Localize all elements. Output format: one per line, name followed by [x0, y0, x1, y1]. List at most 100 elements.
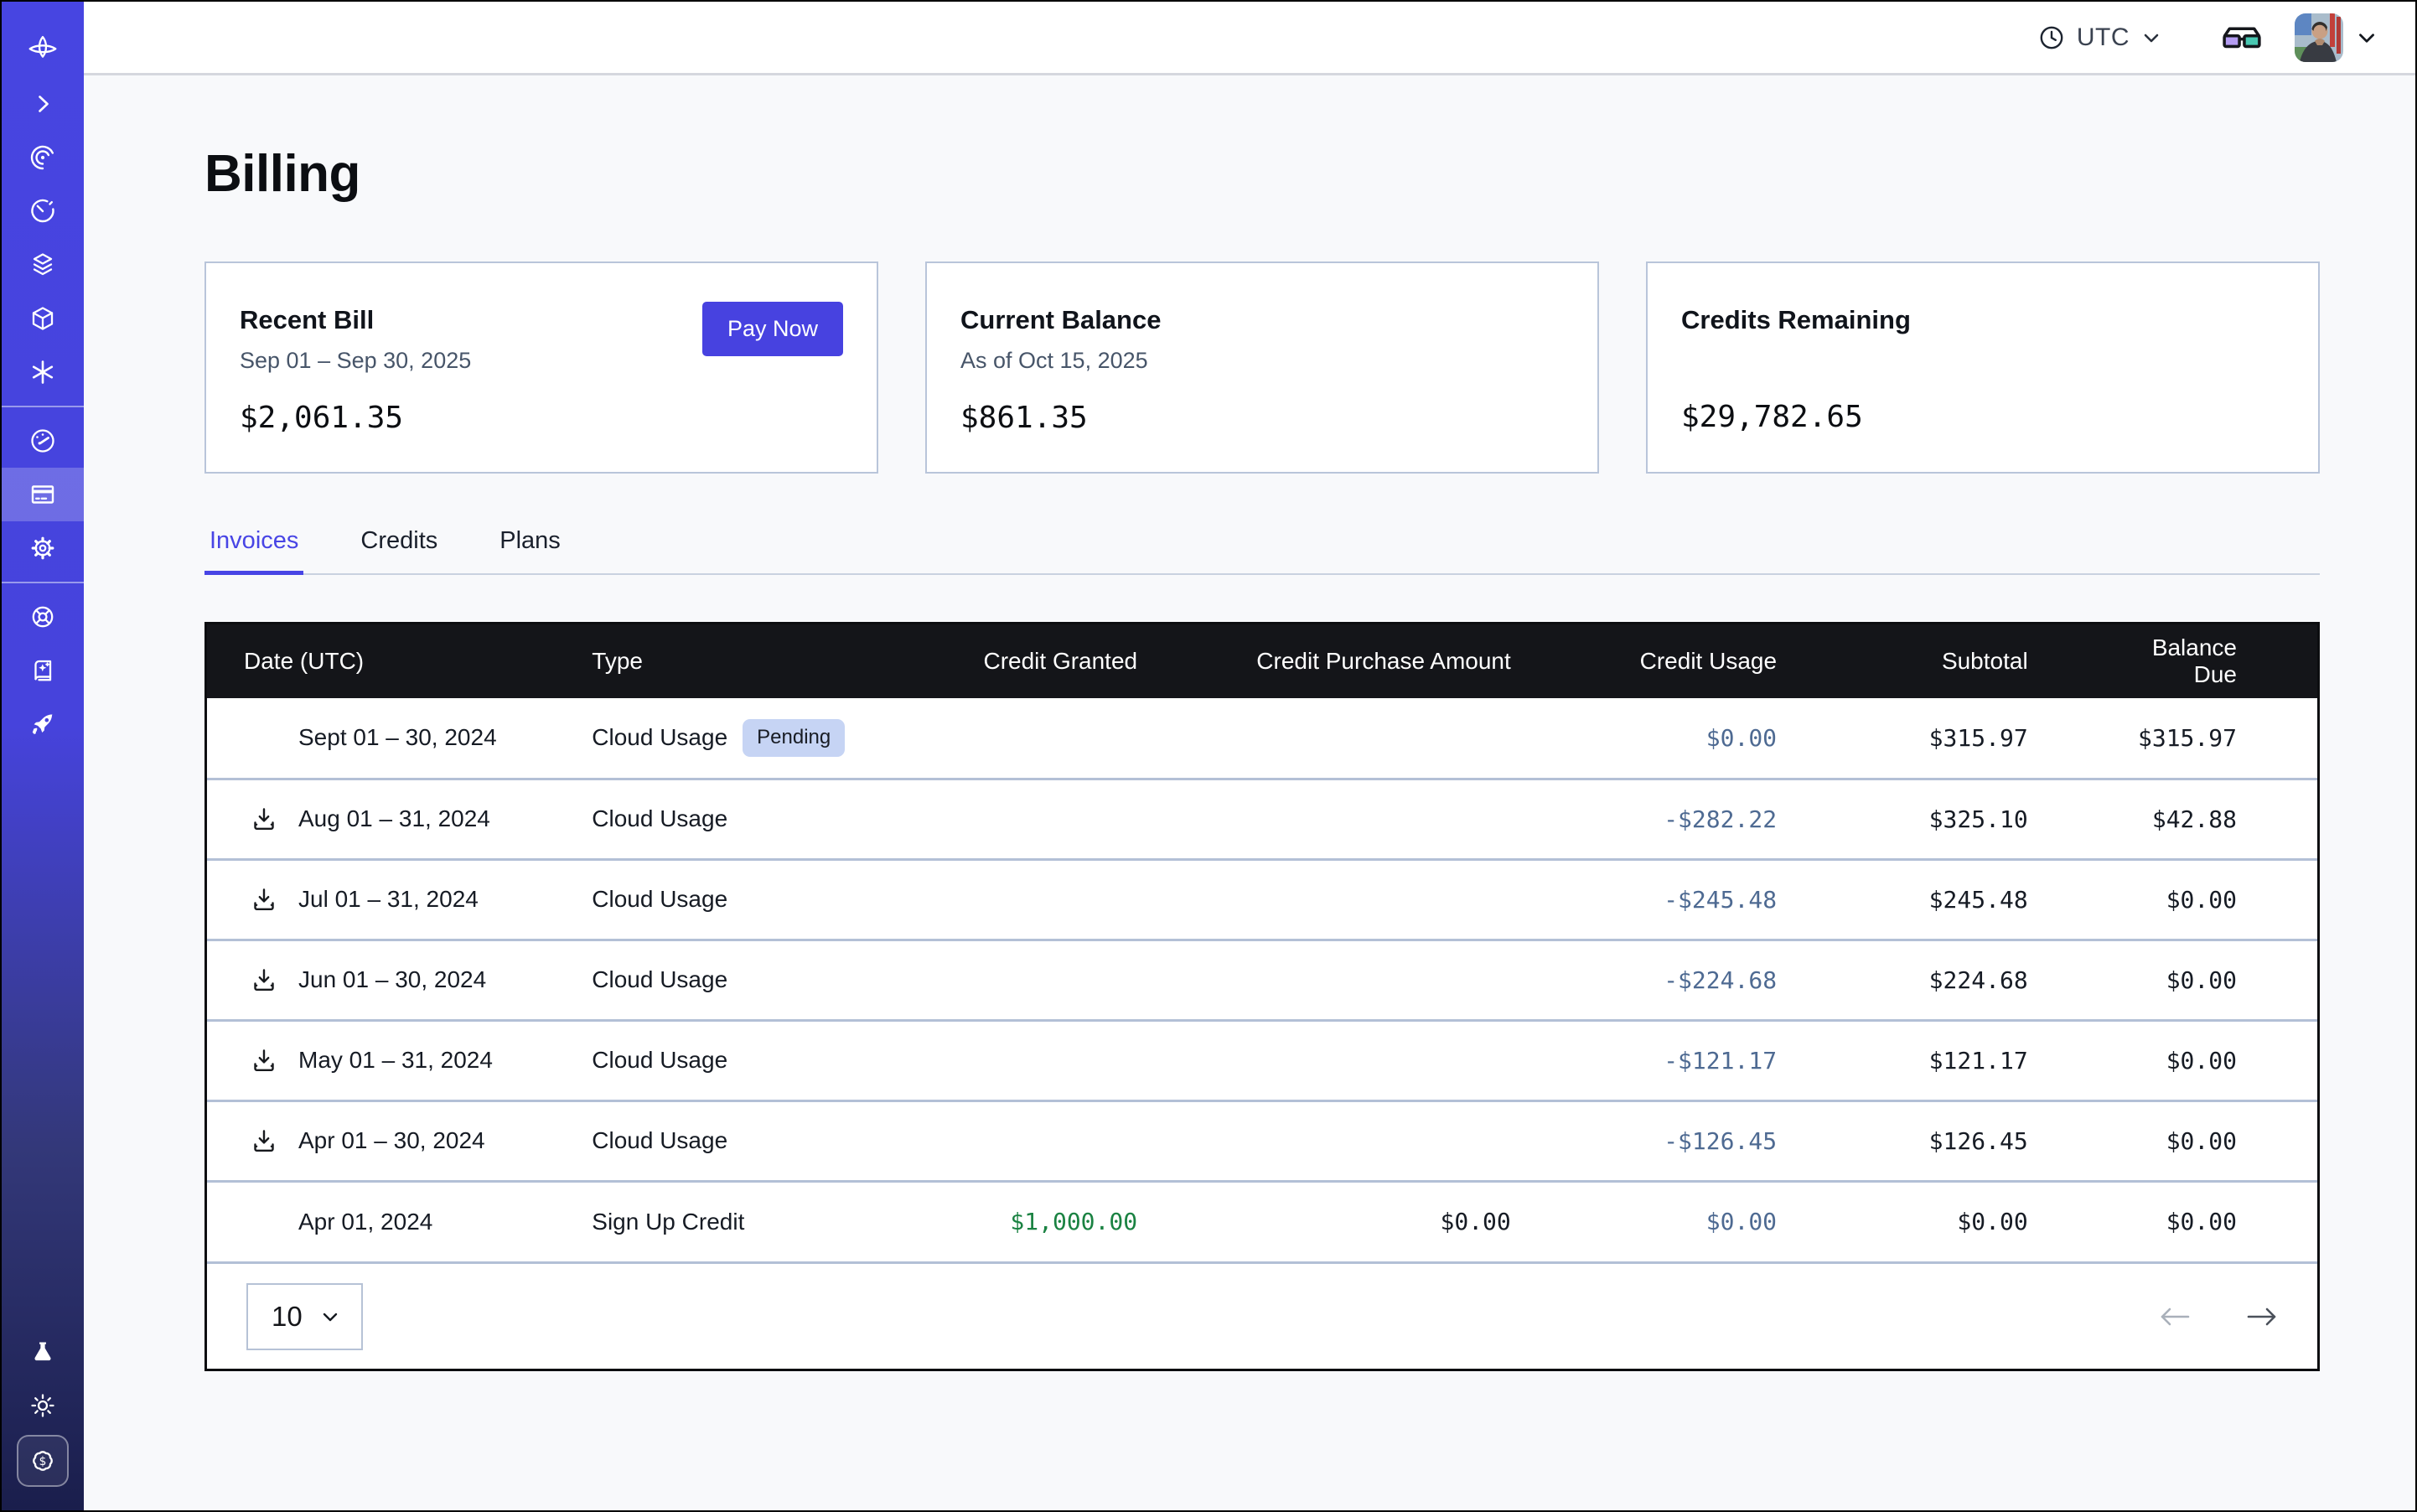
download-invoice-button[interactable] — [250, 1046, 278, 1074]
credit_purchase-cell — [1218, 859, 1591, 940]
usage-gauge-icon — [28, 427, 57, 455]
pay-now-button[interactable]: Pay Now — [702, 302, 843, 356]
card-subtitle — [1681, 348, 2285, 373]
invoices-table-card: Date (UTC)TypeCredit GrantedCredit Purch… — [204, 622, 2320, 1371]
billing-card-icon — [28, 480, 57, 509]
previous-page-button[interactable] — [2156, 1303, 2193, 1330]
download-icon — [250, 1126, 278, 1155]
demo-glasses-button[interactable] — [2221, 23, 2263, 52]
avatar-image — [2295, 13, 2343, 62]
credit_granted-cell — [966, 779, 1218, 859]
summary-cards: Recent Bill Sep 01 – Sep 30, 2025 $2,061… — [204, 261, 2320, 474]
3d-glasses-icon — [2221, 23, 2263, 52]
credit_usage-cell: -$126.45 — [1591, 1100, 1857, 1181]
sidebar-item-credits-reward[interactable]: $ — [17, 1435, 69, 1487]
subtotal-cell: $245.48 — [1857, 859, 2109, 940]
recent-bill-amount: $2,061.35 — [240, 401, 843, 435]
status-badge: Pending — [743, 719, 845, 757]
invoice-type: Sign Up Credit — [592, 1209, 744, 1235]
support-helm-icon — [28, 603, 57, 631]
sidebar-item-getting-started[interactable] — [2, 697, 84, 751]
invoice-row: Aug 01 – 31, 2024Cloud Usage-$282.22$325… — [207, 779, 2317, 859]
chevron-down-icon — [2355, 26, 2378, 49]
credit_purchase-cell — [1218, 1100, 1591, 1181]
credits-remaining-card: Credits Remaining $29,782.65 — [1646, 261, 2320, 474]
current-balance-card: Current Balance As of Oct 15, 2025 $861.… — [925, 261, 1599, 474]
sidebar: $ — [2, 2, 84, 1510]
credit_granted-cell — [966, 1100, 1218, 1181]
sidebar-collapse-button[interactable] — [2, 77, 84, 131]
next-page-button[interactable] — [2244, 1303, 2280, 1330]
avatar[interactable] — [2295, 13, 2343, 62]
download-invoice-button[interactable] — [250, 885, 278, 914]
download-invoice-button[interactable] — [250, 805, 278, 833]
download-icon — [250, 885, 278, 914]
tab-plans[interactable]: Plans — [494, 527, 566, 573]
invoice-type: Cloud Usage — [592, 724, 727, 751]
download-icon — [250, 966, 278, 994]
sidebar-divider — [2, 406, 84, 407]
logo[interactable] — [2, 23, 84, 77]
invoice-type: Cloud Usage — [592, 886, 727, 913]
invoice-row: Sept 01 – 30, 2024Cloud UsagePending$0.0… — [207, 698, 2317, 779]
tab-credits[interactable]: Credits — [355, 527, 443, 573]
arrow-right-icon — [2244, 1303, 2280, 1330]
invoice-type-cell: Cloud Usage — [591, 1100, 966, 1181]
credit_granted-cell: $1,000.00 — [966, 1181, 1218, 1261]
sidebar-item-settings[interactable] — [2, 521, 84, 575]
billing-tabs: Invoices Credits Plans — [204, 527, 2320, 575]
column-header-subtotal: Subtotal — [1857, 624, 2109, 698]
invoices-table: Date (UTC)TypeCredit GrantedCredit Purch… — [207, 624, 2317, 1261]
balance_due-cell: $0.00 — [2109, 1020, 2317, 1100]
table-header-row: Date (UTC)TypeCredit GrantedCredit Purch… — [207, 624, 2317, 698]
invoice-type: Cloud Usage — [592, 1047, 727, 1074]
asterisk-icon — [28, 358, 57, 386]
table-body: Sept 01 – 30, 2024Cloud UsagePending$0.0… — [207, 698, 2317, 1261]
credit_usage-cell: -$224.68 — [1591, 940, 1857, 1020]
credit_purchase-cell — [1218, 940, 1591, 1020]
theme-sun-icon — [28, 1391, 57, 1420]
sidebar-divider — [2, 582, 84, 583]
recent-bill-card: Recent Bill Sep 01 – Sep 30, 2025 $2,061… — [204, 261, 878, 474]
download-invoice-button[interactable] — [250, 966, 278, 994]
page-size-select[interactable]: 10 — [246, 1283, 363, 1350]
sidebar-item-experiments[interactable] — [2, 1328, 84, 1376]
timezone-selector[interactable]: UTC — [2032, 23, 2167, 53]
credit_usage-cell: -$282.22 — [1591, 779, 1857, 859]
balance_due-cell: $42.88 — [2109, 779, 2317, 859]
credit_granted-cell — [966, 1020, 1218, 1100]
tab-invoices[interactable]: Invoices — [204, 527, 303, 573]
sidebar-item-support[interactable] — [2, 590, 84, 644]
sidebar-item-packages[interactable] — [2, 292, 84, 345]
sidebar-bottom-group: $ — [2, 1328, 84, 1510]
layers-icon — [28, 251, 57, 279]
sidebar-item-history[interactable] — [2, 184, 84, 238]
sidebar-item-layers[interactable] — [2, 238, 84, 292]
column-header-credit-usage: Credit Usage — [1591, 624, 1857, 698]
credit_usage-cell: -$245.48 — [1591, 859, 1857, 940]
invoice-type-cell: Cloud Usage Pending — [591, 698, 966, 779]
experiments-flask-icon — [29, 1339, 56, 1365]
sidebar-item-services[interactable] — [2, 345, 84, 399]
invoice-type: Cloud Usage — [592, 966, 727, 993]
balance_due-cell: $315.97 — [2109, 698, 2317, 779]
download-placeholder — [250, 1208, 278, 1236]
logo-icon — [26, 34, 60, 67]
sidebar-item-docs[interactable] — [2, 644, 84, 697]
sidebar-item-theme[interactable] — [2, 1381, 84, 1430]
sidebar-item-usage[interactable] — [2, 414, 84, 468]
history-clock-icon — [28, 197, 57, 225]
credits-remaining-amount: $29,782.65 — [1681, 400, 2285, 434]
credit_usage-cell: $0.00 — [1591, 1181, 1857, 1261]
timezone-label: UTC — [2077, 23, 2130, 52]
clock-icon — [2037, 23, 2066, 52]
balance_due-cell: $0.00 — [2109, 1181, 2317, 1261]
sidebar-item-monitor[interactable] — [2, 131, 84, 184]
sidebar-item-billing[interactable] — [2, 468, 84, 521]
invoice-date-cell: Jun 01 – 30, 2024 — [207, 940, 591, 1020]
cube-icon — [28, 304, 57, 333]
subtotal-cell: $121.17 — [1857, 1020, 2109, 1100]
arrow-left-icon — [2156, 1303, 2193, 1330]
account-menu-button[interactable] — [2355, 26, 2378, 49]
download-invoice-button[interactable] — [250, 1126, 278, 1155]
